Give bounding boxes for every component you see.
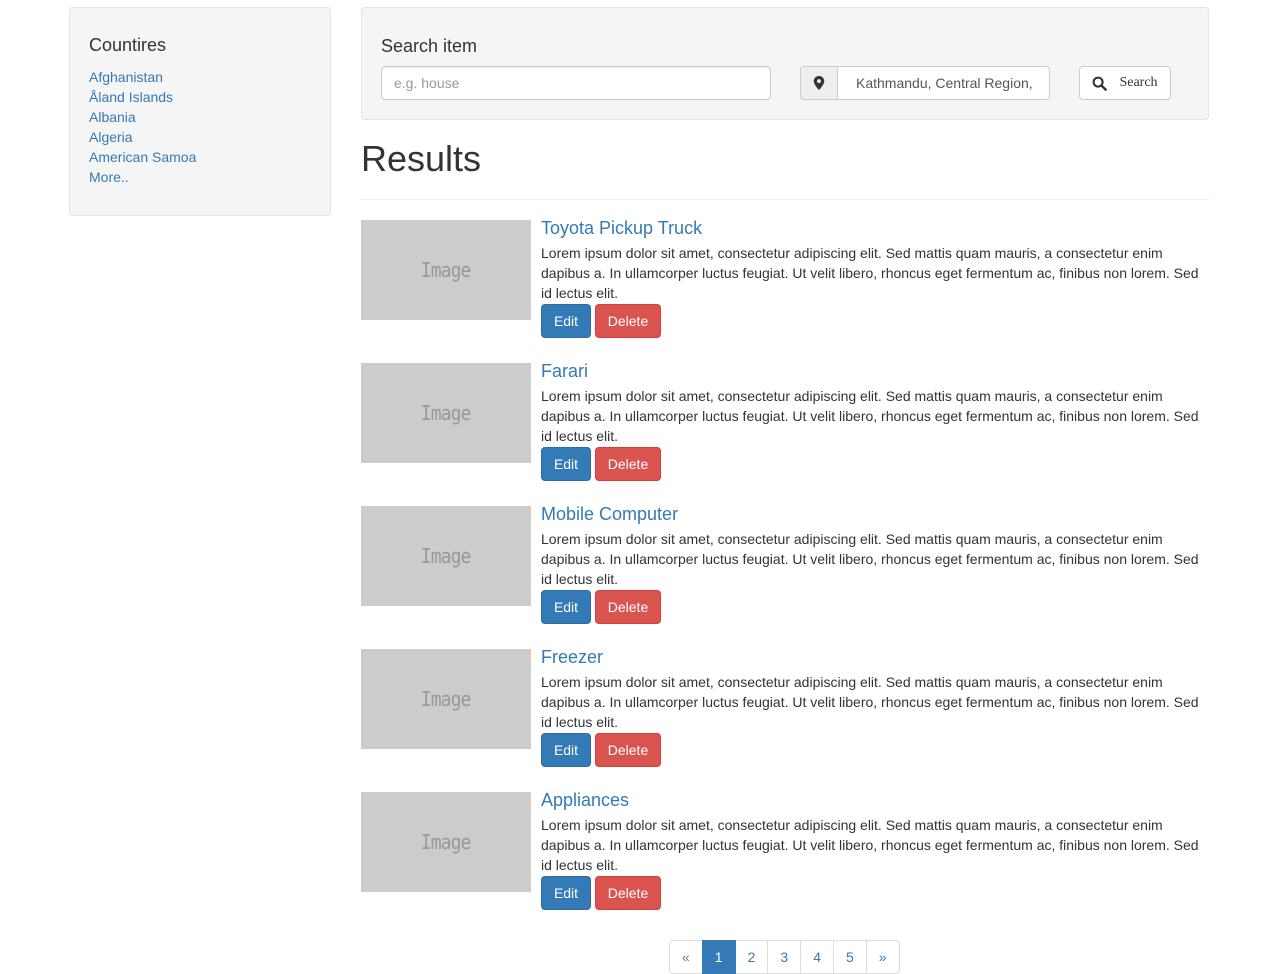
image-placeholder-label: Image [421, 401, 472, 425]
search-panel: Search item Search [361, 7, 1209, 120]
image-placeholder-label: Image [421, 687, 472, 711]
countries-list: Afghanistan Åland Islands Albania Algeri… [89, 67, 311, 187]
result-actions: Edit Delete [541, 447, 1209, 481]
country-item: American Samoa [89, 147, 311, 167]
result-actions: Edit Delete [541, 590, 1209, 624]
result-item: Image Freezer Lorem ipsum dolor sit amet… [361, 647, 1209, 779]
result-title-link[interactable]: Appliances [541, 790, 1209, 810]
delete-button[interactable]: Delete [595, 590, 661, 624]
result-image-placeholder: Image [361, 506, 531, 606]
result-description: Lorem ipsum dolor sit amet, consectetur … [541, 388, 1199, 444]
results-divider [361, 199, 1209, 200]
result-description: Lorem ipsum dolor sit amet, consectetur … [541, 245, 1199, 301]
result-actions: Edit Delete [541, 304, 1209, 338]
result-title-link[interactable]: Toyota Pickup Truck [541, 218, 1209, 238]
result-image-placeholder: Image [361, 649, 531, 749]
country-item: More.. [89, 167, 311, 187]
result-body: Freezer Lorem ipsum dolor sit amet, cons… [541, 647, 1209, 767]
pagination-next[interactable]: » [865, 940, 900, 974]
delete-button[interactable]: Delete [595, 304, 661, 338]
pagination-page-4[interactable]: 4 [800, 940, 834, 974]
edit-button[interactable]: Edit [541, 590, 591, 624]
result-image-placeholder: Image [361, 220, 531, 320]
image-placeholder-label: Image [421, 830, 472, 854]
delete-button[interactable]: Delete [595, 447, 661, 481]
result-image-placeholder: Image [361, 363, 531, 463]
location-addon [800, 66, 837, 100]
result-item: Image Farari Lorem ipsum dolor sit amet,… [361, 361, 1209, 493]
pagination-page-3[interactable]: 3 [767, 940, 802, 974]
image-placeholder-label: Image [421, 544, 472, 568]
result-actions: Edit Delete [541, 876, 1209, 910]
countries-title: Countires [89, 35, 167, 55]
result-body: Appliances Lorem ipsum dolor sit amet, c… [541, 790, 1209, 910]
country-link-afghanistan[interactable]: Afghanistan [89, 69, 163, 85]
country-item: Åland Islands [89, 87, 311, 107]
result-image-placeholder: Image [361, 792, 531, 892]
search-button[interactable]: Search [1079, 66, 1171, 100]
countries-panel: Countires Afghanistan Åland Islands Alba… [69, 7, 331, 216]
result-body: Farari Lorem ipsum dolor sit amet, conse… [541, 361, 1209, 481]
more-countries-link[interactable]: More.. [89, 169, 129, 185]
delete-button[interactable]: Delete [595, 733, 661, 767]
country-item: Algeria [89, 127, 311, 147]
location-input-group [800, 66, 1050, 100]
edit-button[interactable]: Edit [541, 447, 591, 481]
result-description: Lorem ipsum dolor sit amet, consectetur … [541, 817, 1199, 873]
country-item: Afghanistan [89, 67, 311, 87]
result-item: Image Toyota Pickup Truck Lorem ipsum do… [361, 218, 1209, 350]
pagination-prev[interactable]: « [669, 940, 703, 974]
edit-button[interactable]: Edit [541, 876, 591, 910]
result-description: Lorem ipsum dolor sit amet, consectetur … [541, 674, 1199, 730]
edit-button[interactable]: Edit [541, 733, 591, 767]
search-icon [1093, 76, 1108, 91]
pagination-page-5[interactable]: 5 [832, 940, 867, 974]
result-description: Lorem ipsum dolor sit amet, consectetur … [541, 531, 1199, 587]
result-item: Image Appliances Lorem ipsum dolor sit a… [361, 790, 1209, 922]
results-title: Results [361, 138, 482, 179]
result-title-link[interactable]: Farari [541, 361, 1209, 381]
search-title: Search item [381, 36, 478, 56]
country-link-algeria[interactable]: Algeria [89, 129, 133, 145]
country-item: Albania [89, 107, 311, 127]
map-marker-icon [813, 76, 825, 90]
result-title-link[interactable]: Mobile Computer [541, 504, 1209, 524]
search-input[interactable] [381, 66, 771, 100]
delete-button[interactable]: Delete [595, 876, 661, 910]
edit-button[interactable]: Edit [541, 304, 591, 338]
pagination-page-2[interactable]: 2 [734, 940, 769, 974]
country-link-albania[interactable]: Albania [89, 109, 136, 125]
image-placeholder-label: Image [421, 258, 472, 282]
country-link-american-samoa[interactable]: American Samoa [89, 149, 196, 165]
search-button-label: Search [1119, 75, 1158, 90]
result-actions: Edit Delete [541, 733, 1209, 767]
pagination: « 1 2 3 4 5 » [669, 940, 900, 974]
result-body: Mobile Computer Lorem ipsum dolor sit am… [541, 504, 1209, 624]
pagination-page-1[interactable]: 1 [701, 940, 736, 974]
result-body: Toyota Pickup Truck Lorem ipsum dolor si… [541, 218, 1209, 338]
country-link-aland-islands[interactable]: Åland Islands [89, 89, 173, 105]
location-input[interactable] [837, 66, 1050, 100]
result-item: Image Mobile Computer Lorem ipsum dolor … [361, 504, 1209, 636]
result-title-link[interactable]: Freezer [541, 647, 1209, 667]
